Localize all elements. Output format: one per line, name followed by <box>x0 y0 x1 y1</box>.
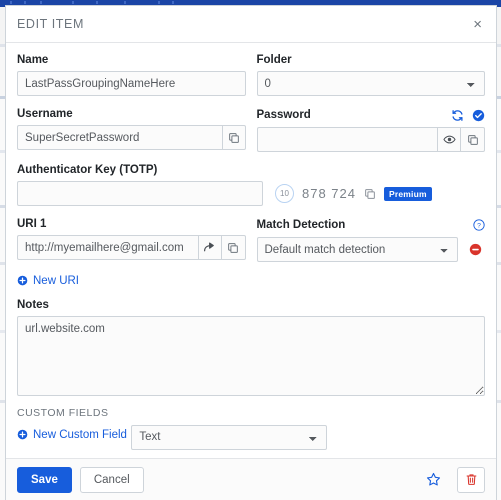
uri-input[interactable] <box>17 235 198 260</box>
eye-icon[interactable] <box>437 127 461 152</box>
notes-textarea[interactable]: url.website.com <box>17 315 485 396</box>
name-folder-row: Name Folder 0 <box>17 53 485 107</box>
copy-icon[interactable] <box>364 188 376 200</box>
screenshot-root: EDIT ITEM × Name Folder 0 <box>0 0 501 500</box>
totp-display: 10 878 724 Premium <box>263 181 432 206</box>
match-detection-group: Match Detection ? Default match detectio… <box>256 217 486 273</box>
totp-label: Authenticator Key (TOTP) <box>17 164 158 176</box>
password-label-row: Password <box>257 107 486 123</box>
password-input[interactable] <box>256 127 437 152</box>
new-uri-label: New URI <box>33 274 80 287</box>
check-circle-icon[interactable] <box>472 109 485 122</box>
totp-control: 10 878 724 Premium <box>17 181 485 206</box>
edit-item-dialog: EDIT ITEM × Name Folder 0 <box>5 5 497 500</box>
notes-label: Notes <box>17 298 49 311</box>
password-group: Password <box>256 107 486 163</box>
launch-arrow-icon[interactable] <box>197 235 222 260</box>
new-custom-field-label: New Custom Field <box>33 428 127 441</box>
copy-icon[interactable] <box>461 127 485 152</box>
copy-icon[interactable] <box>221 235 246 260</box>
username-label: Username <box>17 108 73 120</box>
svg-text:?: ? <box>477 223 481 230</box>
notes-group: Notes url.website.com <box>17 298 485 396</box>
dialog-body: Name Folder 0 Username <box>6 43 496 458</box>
question-circle-icon[interactable]: ? <box>473 219 485 231</box>
uri-group: URI 1 <box>17 217 246 273</box>
name-control <box>17 71 246 96</box>
folder-select[interactable]: 0 <box>256 71 485 96</box>
password-control <box>256 127 485 152</box>
folder-label: Folder <box>256 54 292 66</box>
match-detection-label-row: Match Detection ? <box>257 217 486 233</box>
save-button[interactable]: Save <box>17 466 72 493</box>
totp-input[interactable] <box>17 181 263 206</box>
copy-icon[interactable] <box>221 125 246 150</box>
folder-group: Folder 0 <box>256 53 485 107</box>
refresh-generate-icon[interactable] <box>451 109 464 122</box>
custom-fields-heading: CUSTOM FIELDS <box>17 406 109 419</box>
dialog-footer: Save Cancel <box>6 458 496 500</box>
match-detection-label: Match Detection <box>256 219 346 231</box>
username-group: Username <box>17 107 246 163</box>
star-outline-icon[interactable] <box>423 469 444 490</box>
name-group: Name <box>17 53 246 107</box>
custom-field-type-select[interactable]: Text <box>131 424 328 450</box>
cancel-button[interactable]: Cancel <box>79 466 144 493</box>
username-input[interactable] <box>17 125 222 150</box>
username-control <box>17 125 246 150</box>
username-password-row: Username Password <box>17 107 485 163</box>
minus-circle-remove-icon[interactable] <box>465 237 485 262</box>
trash-icon[interactable] <box>457 466 485 493</box>
uri-control <box>17 235 246 260</box>
uri-match-row: URI 1 http://myemailhere@gmail.com Match… <box>17 217 485 273</box>
uri-label: URI 1 <box>17 218 47 230</box>
name-input[interactable] <box>17 71 246 96</box>
plus-circle-icon <box>17 275 28 286</box>
totp-code: 878 724 <box>302 186 356 201</box>
new-custom-field-button[interactable]: New Custom Field <box>17 429 127 441</box>
name-label: Name <box>17 54 49 66</box>
status-badge: Premium <box>384 186 432 201</box>
background-page-right-edge <box>497 0 501 500</box>
folder-control: 0 <box>256 71 485 96</box>
plus-circle-icon <box>17 429 28 440</box>
close-icon[interactable]: × <box>470 15 485 34</box>
match-detection-select[interactable]: Default match detection <box>256 237 458 262</box>
password-label: Password <box>256 109 311 121</box>
new-uri-button[interactable]: New URI <box>17 275 79 287</box>
totp-group: Authenticator Key (TOTP) 10 878 724 Prem… <box>17 163 485 206</box>
match-detection-control: Default match detection <box>256 237 486 262</box>
page-title: EDIT ITEM <box>17 17 84 31</box>
dialog-header: EDIT ITEM × <box>6 6 496 43</box>
totp-countdown: 10 <box>275 184 294 203</box>
